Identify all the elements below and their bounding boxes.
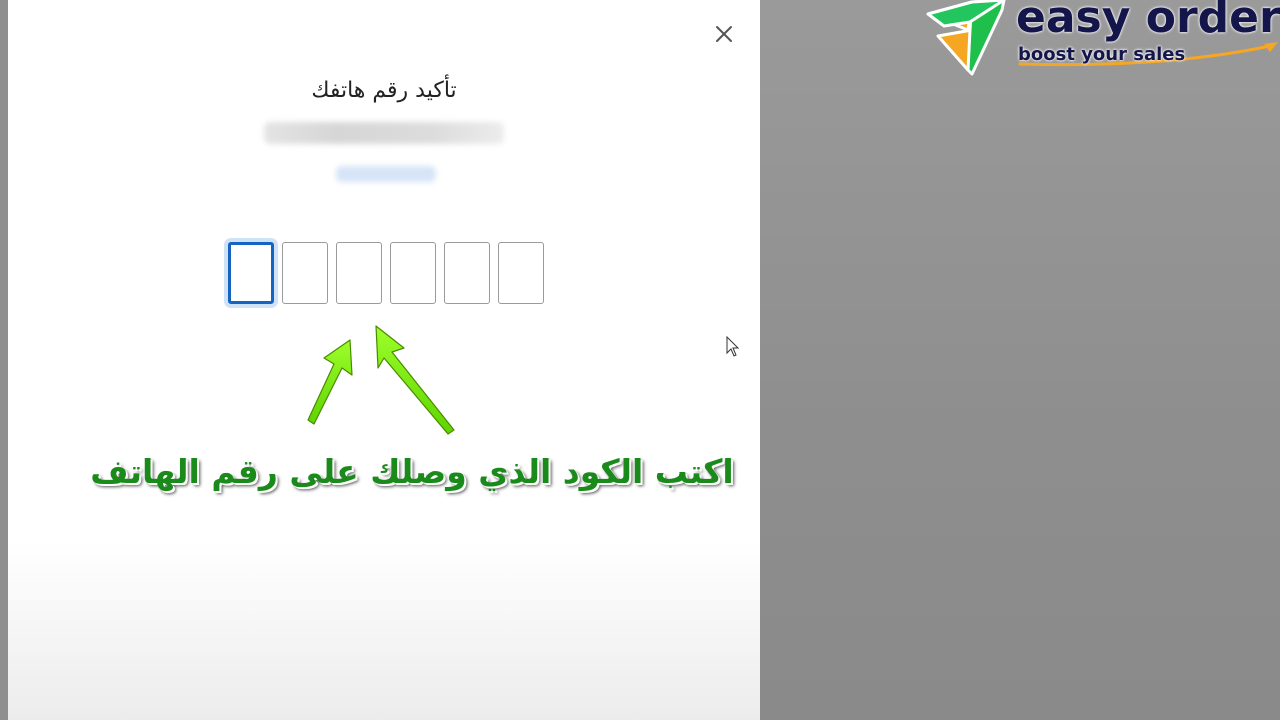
easy-orders-logo: easy orders boost your sales (924, 0, 1280, 78)
change-number-link-blurred[interactable] (336, 166, 436, 182)
otp-digit-3[interactable] (336, 242, 382, 304)
otp-input-group (228, 242, 568, 306)
phone-number-blurred (264, 122, 504, 144)
annotation-arrows (307, 325, 455, 435)
otp-digit-1[interactable] (228, 242, 274, 304)
backdrop-left-edge (0, 0, 8, 720)
dialog-title: تأكيد رقم هاتفك (311, 78, 457, 103)
verify-phone-dialog: تأكيد رقم هاتفك اكتب الكود الذي وصلك على… (8, 0, 760, 720)
otp-digit-4[interactable] (390, 242, 436, 304)
mouse-cursor-icon (726, 336, 740, 357)
otp-digit-6[interactable] (498, 242, 544, 304)
close-icon (716, 26, 732, 42)
arrow-right-icon (375, 325, 455, 435)
otp-digit-2[interactable] (282, 242, 328, 304)
otp-digit-5[interactable] (444, 242, 490, 304)
logo-mark-icon (926, 0, 1006, 76)
arrow-left-icon (307, 339, 353, 425)
close-button[interactable] (708, 18, 740, 50)
instruction-overlay-text: اكتب الكود الذي وصلك على رقم الهاتف (90, 452, 734, 491)
logo-tagline-text: boost your sales (1018, 44, 1186, 65)
logo-name-text: easy orders (1016, 0, 1280, 43)
